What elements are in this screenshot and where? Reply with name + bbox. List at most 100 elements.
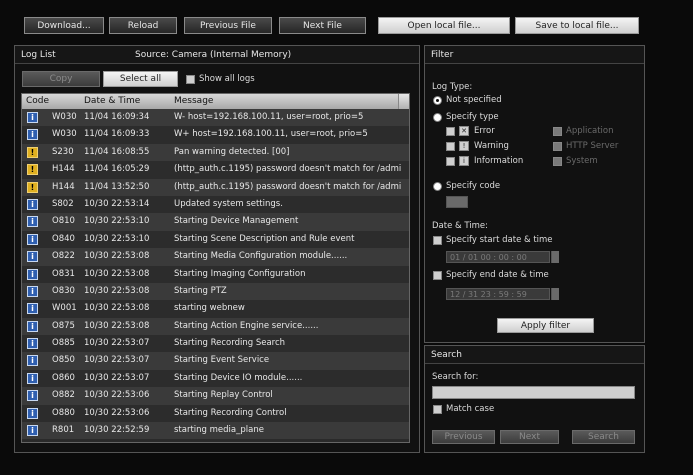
log-code: O822 [52,251,75,262]
log-date-time: 10/30 22:53:08 [84,320,150,331]
info-icon: i [27,233,38,245]
log-message: Starting Imaging Configuration [174,268,306,279]
log-code: H144 [52,164,75,175]
table-row[interactable]: ! H144 11/04 16:05:29 (http_auth.c.1195) pa… [22,161,409,179]
log-code: R801 [52,425,75,436]
column-date-time[interactable]: Date & Time [84,96,140,106]
warning-checkbox[interactable] [446,142,455,151]
table-row[interactable]: i O885 10/30 22:53:07 Starting Recording Se… [22,335,409,353]
table-row[interactable]: i O850 10/30 22:53:07 Starting Event Servic… [22,352,409,370]
show-all-logs-checkbox[interactable] [186,75,195,84]
table-row[interactable]: i O882 10/30 22:53:06 Starting Replay Contr… [22,387,409,405]
log-message: Pan warning detected. [00] [174,146,290,157]
table-row[interactable]: i O875 10/30 22:53:08 Starting Action Engin… [22,317,409,336]
log-code: O830 [52,285,75,296]
table-row[interactable]: i S802 10/30 22:53:14 Updated system settin… [22,195,409,214]
table-row[interactable]: i O880 10/30 22:53:06 Starting Recording Co… [22,404,409,423]
log-code: W030 [52,129,77,140]
show-all-logs-label: Show all logs [199,74,255,84]
column-code[interactable]: Code [26,96,49,106]
information-label: Information [474,156,524,166]
information-checkbox[interactable] [446,157,455,166]
next-file-button[interactable]: Next File [279,17,366,34]
log-date-time: 11/04 13:52:50 [84,181,150,192]
log-table: Code Date & Time Message i W030 11/04 16:0… [21,93,410,443]
log-message: Updated system settings. [174,198,283,209]
info-icon: i [27,198,38,210]
log-code: S230 [52,146,74,157]
end-date-checkbox[interactable] [433,271,442,280]
log-message: W+ host=192.168.100.11, user=root, prio=… [174,129,368,140]
search-for-label: Search for: [432,372,479,382]
specify-type-label: Specify type [446,112,499,122]
log-code: H144 [52,181,75,192]
log-message: Starting Recording Control [174,407,287,418]
http-server-label: HTTP Server [566,141,619,151]
table-row[interactable]: i O810 10/30 22:53:10 Starting Device Manag… [22,213,409,231]
info-icon: i [27,268,38,280]
log-message: Starting Device Management [174,216,299,227]
info-icon: i [27,285,38,297]
table-row[interactable]: i O822 10/30 22:53:08 Starting Media Config… [22,248,409,266]
table-row[interactable]: ! H144 11/04 13:52:50 (http_auth.c.1195) pa… [22,178,409,196]
code-input[interactable] [446,196,468,208]
table-row[interactable]: i W001 10/30 22:53:08 starting webnew [22,300,409,318]
column-message[interactable]: Message [174,96,213,106]
table-row[interactable]: i W030 11/04 16:09:34 W- host=192.168.100.1… [22,109,409,127]
specify-code-radio[interactable] [433,182,442,191]
table-row[interactable]: i O830 10/30 22:53:08 Starting PTZ [22,282,409,301]
search-input[interactable] [432,386,635,399]
log-code: W001 [52,303,77,314]
previous-file-button[interactable]: Previous File [184,17,272,34]
log-message: starting webnew [174,303,245,314]
log-code: O810 [52,216,75,227]
log-table-body: i W030 11/04 16:09:34 W- host=192.168.100.1… [22,109,409,440]
end-date-spinner-icon[interactable] [551,288,559,300]
table-row[interactable]: ! S230 11/04 16:08:55 Pan warning detected.… [22,143,409,162]
table-row[interactable]: i R801 10/30 22:52:59 starting media_plane [22,422,409,440]
download-button[interactable]: Download... [24,17,104,34]
search-header: Search [425,346,644,364]
log-code: O860 [52,372,75,383]
save-local-file-button[interactable]: Save to local file... [515,17,639,34]
next-button[interactable]: Next [500,430,559,444]
log-code: O840 [52,233,75,244]
info-icon: i [27,372,38,384]
match-case-checkbox[interactable] [433,405,442,414]
info-icon: i [27,251,38,263]
table-row[interactable]: i W030 11/04 16:09:33 W+ host=192.168.100.1… [22,126,409,144]
error-checkbox[interactable] [446,127,455,136]
start-date-checkbox[interactable] [433,236,442,245]
log-date-time: 10/30 22:53:08 [84,268,150,279]
system-label: System [566,156,598,166]
not-specified-radio[interactable] [433,96,442,105]
system-checkbox[interactable] [553,157,562,166]
specify-type-radio[interactable] [433,113,442,122]
open-local-file-button[interactable]: Open local file... [378,17,510,34]
http-server-checkbox[interactable] [553,142,562,151]
reload-button[interactable]: Reload [109,17,177,34]
log-date-time: 10/30 22:53:10 [84,216,150,227]
apply-filter-button[interactable]: Apply filter [497,318,594,333]
log-date-time: 11/04 16:08:55 [84,146,150,157]
copy-button[interactable]: Copy [22,71,100,87]
previous-button[interactable]: Previous [432,430,495,444]
scroll-up-arrow-icon[interactable] [398,94,409,109]
table-row[interactable]: i O831 10/30 22:53:08 Starting Imaging Conf… [22,265,409,283]
not-specified-label: Not specified [446,95,502,105]
log-message: Starting Scene Description and Rule even… [174,233,355,244]
table-row[interactable]: i O860 10/30 22:53:07 Starting Device IO mo… [22,369,409,388]
information-icon: i [459,156,469,166]
table-row[interactable]: i O840 10/30 22:53:10 Starting Scene Descri… [22,230,409,249]
log-table-header: Code Date & Time Message [22,94,409,109]
log-message: Starting Action Engine service...... [174,320,319,331]
start-date-field[interactable]: 01 / 01 00 : 00 : 00 [446,251,550,263]
start-date-spinner-icon[interactable] [551,251,559,263]
end-date-field[interactable]: 12 / 31 23 : 59 : 59 [446,288,550,300]
select-all-button[interactable]: Select all [103,71,178,87]
info-icon: i [27,425,38,437]
application-checkbox[interactable] [553,127,562,136]
log-type-label: Log Type: [432,82,473,92]
search-button[interactable]: Search [572,430,635,444]
error-label: Error [474,126,495,136]
